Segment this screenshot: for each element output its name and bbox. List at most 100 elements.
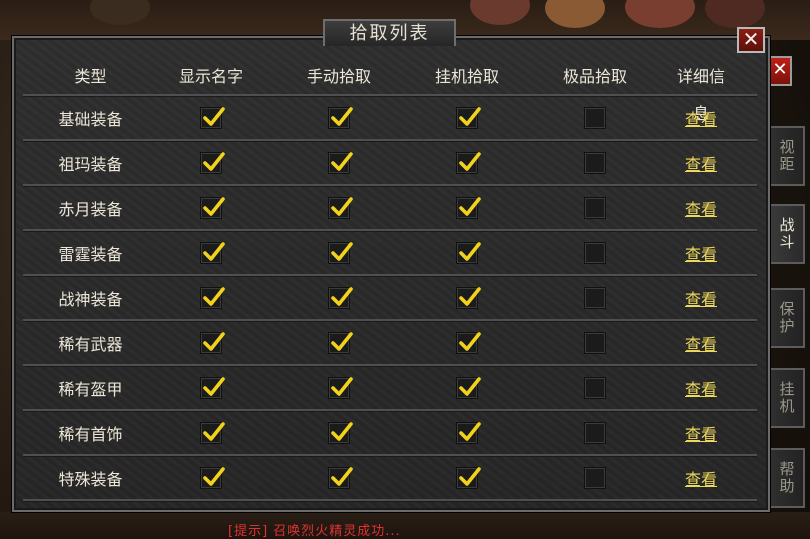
settings-close-button[interactable]: ✕ — [768, 56, 792, 86]
premium-pickup-cell — [520, 320, 670, 365]
manual-pickup-cell — [264, 455, 414, 500]
type-cell: 特殊装备 — [23, 455, 158, 500]
header-auto-pickup: 挂机拾取 — [434, 67, 499, 86]
tab-label: 视距 — [777, 139, 796, 173]
close-button[interactable]: ✕ — [737, 27, 765, 53]
checkmark-icon — [331, 421, 353, 441]
show-name-cell — [158, 230, 264, 275]
manual-pickup-checkbox[interactable] — [328, 151, 353, 174]
premium-pickup-cell — [520, 185, 670, 230]
view-details-link[interactable]: 查看 — [685, 196, 717, 220]
manual-pickup-checkbox[interactable] — [328, 106, 353, 129]
auto-pickup-checkbox[interactable] — [456, 331, 481, 354]
show-name-cell — [158, 365, 264, 410]
table-row: 雷霆装备 查看 — [23, 230, 757, 275]
checkmark-icon — [331, 286, 353, 306]
checkmark-icon — [331, 151, 353, 171]
tab-combat[interactable]: 战斗 — [771, 204, 805, 264]
auto-pickup-checkbox[interactable] — [456, 376, 481, 399]
show-name-cell — [158, 185, 264, 230]
show-name-checkbox[interactable] — [200, 241, 225, 264]
premium-pickup-checkbox[interactable] — [584, 466, 606, 489]
show-name-cell — [158, 95, 264, 140]
premium-pickup-checkbox[interactable] — [584, 106, 606, 129]
checkmark-icon — [331, 331, 353, 351]
manual-pickup-checkbox[interactable] — [328, 241, 353, 264]
details-cell: 查看 — [670, 230, 732, 275]
show-name-checkbox[interactable] — [200, 196, 225, 219]
checkmark-icon — [459, 241, 481, 261]
auto-pickup-checkbox[interactable] — [456, 196, 481, 219]
header-manual-pickup: 手动拾取 — [306, 67, 371, 86]
premium-pickup-cell — [520, 365, 670, 410]
tab-view-distance[interactable]: 视距 — [771, 126, 805, 186]
view-details-link[interactable]: 查看 — [685, 151, 717, 175]
tab-protection[interactable]: 保护 — [771, 288, 805, 348]
checkmark-icon — [203, 151, 225, 171]
premium-pickup-checkbox[interactable] — [584, 151, 606, 174]
table-row: 特殊装备 查看 — [23, 455, 757, 500]
auto-pickup-checkbox[interactable] — [456, 466, 481, 489]
auto-pickup-checkbox[interactable] — [456, 151, 481, 174]
premium-pickup-checkbox[interactable] — [584, 421, 606, 444]
manual-pickup-checkbox[interactable] — [328, 376, 353, 399]
auto-pickup-cell — [414, 455, 520, 500]
checkmark-icon — [331, 241, 353, 261]
show-name-checkbox[interactable] — [200, 151, 225, 174]
premium-pickup-checkbox[interactable] — [584, 286, 606, 309]
checkmark-icon — [459, 331, 481, 351]
view-details-link[interactable]: 查看 — [685, 241, 717, 265]
show-name-checkbox[interactable] — [200, 421, 225, 444]
type-cell: 稀有武器 — [23, 320, 158, 365]
premium-pickup-checkbox[interactable] — [584, 196, 606, 219]
item-type-label: 稀有首饰 — [58, 424, 123, 444]
premium-pickup-checkbox[interactable] — [584, 331, 606, 354]
show-name-checkbox[interactable] — [200, 286, 225, 309]
details-cell: 查看 — [670, 275, 732, 320]
checkmark-icon — [203, 331, 225, 351]
auto-pickup-checkbox[interactable] — [456, 241, 481, 264]
manual-pickup-cell — [264, 410, 414, 455]
auto-pickup-cell — [414, 275, 520, 320]
manual-pickup-checkbox[interactable] — [328, 331, 353, 354]
view-details-link[interactable]: 查看 — [685, 106, 717, 130]
checkmark-icon — [203, 466, 225, 486]
show-name-cell — [158, 455, 264, 500]
tab-help[interactable]: 帮助 — [771, 448, 805, 508]
checkmark-icon — [203, 376, 225, 396]
checkmark-icon — [459, 196, 481, 216]
auto-pickup-checkbox[interactable] — [456, 286, 481, 309]
checkmark-icon — [459, 466, 481, 486]
premium-pickup-checkbox[interactable] — [584, 241, 606, 264]
premium-pickup-checkbox[interactable] — [584, 376, 606, 399]
manual-pickup-checkbox[interactable] — [328, 286, 353, 309]
header-show-name: 显示名字 — [178, 67, 243, 86]
view-details-link[interactable]: 查看 — [685, 466, 717, 490]
show-name-cell — [158, 275, 264, 320]
tab-auto-hunt[interactable]: 挂机 — [771, 368, 805, 428]
show-name-checkbox[interactable] — [200, 466, 225, 489]
show-name-checkbox[interactable] — [200, 106, 225, 129]
view-details-link[interactable]: 查看 — [685, 421, 717, 445]
manual-pickup-checkbox[interactable] — [328, 466, 353, 489]
manual-pickup-checkbox[interactable] — [328, 196, 353, 219]
item-type-label: 祖玛装备 — [58, 154, 123, 174]
view-details-link[interactable]: 查看 — [685, 376, 717, 400]
auto-pickup-checkbox[interactable] — [456, 106, 481, 129]
auto-pickup-cell — [414, 95, 520, 140]
tab-label: 帮助 — [777, 461, 796, 495]
view-details-link[interactable]: 查看 — [685, 286, 717, 310]
header-details: 详细信息 — [676, 67, 725, 123]
table-row: 祖玛装备 查看 — [23, 140, 757, 185]
system-notice: [提示] 召唤烈火精灵成功... — [228, 524, 401, 539]
manual-pickup-checkbox[interactable] — [328, 421, 353, 444]
show-name-checkbox[interactable] — [200, 331, 225, 354]
premium-pickup-cell — [520, 455, 670, 500]
auto-pickup-checkbox[interactable] — [456, 421, 481, 444]
tab-label: 保护 — [777, 301, 796, 335]
type-cell: 雷霆装备 — [23, 230, 158, 275]
show-name-checkbox[interactable] — [200, 376, 225, 399]
table-header: 类型 显示名字 手动拾取 挂机拾取 极品拾取 详细信息 — [23, 58, 757, 123]
view-details-link[interactable]: 查看 — [685, 331, 717, 355]
checkmark-icon — [459, 151, 481, 171]
